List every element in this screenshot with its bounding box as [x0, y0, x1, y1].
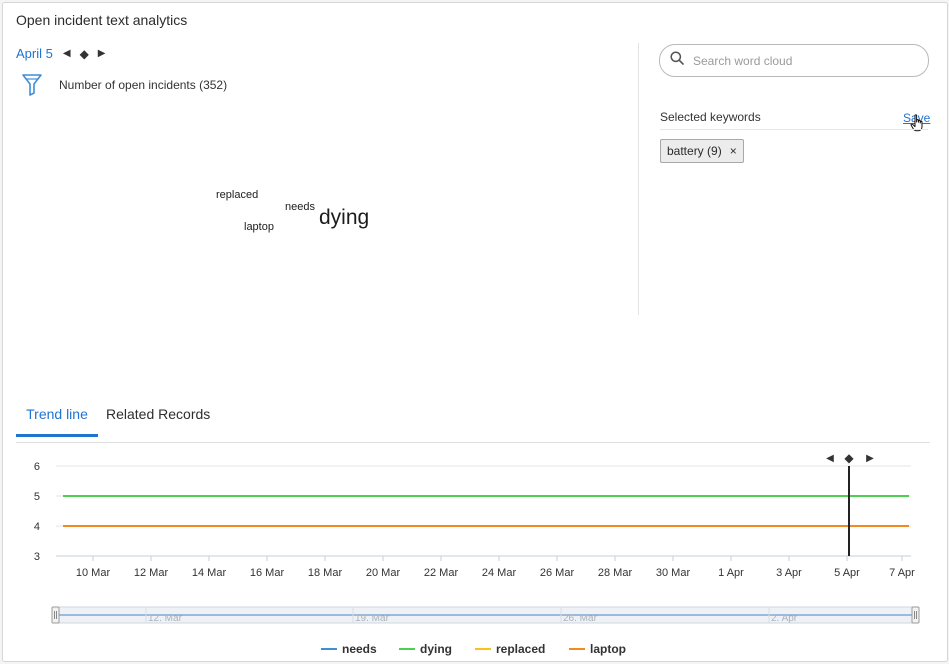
selected-keywords-label: Selected keywords [660, 110, 761, 124]
keyword-chip-label: battery (9) [667, 144, 722, 158]
cloud-word-dying[interactable]: dying [319, 206, 369, 230]
current-date-icon[interactable]: ◆ [80, 47, 89, 61]
search-box [659, 44, 929, 77]
date-label[interactable]: April 5 [16, 46, 53, 61]
filter-row: Number of open incidents (352) [22, 74, 227, 96]
tab-bar: Trend line Related Records [16, 400, 930, 443]
tab-trend-line[interactable]: Trend line [16, 406, 98, 437]
panel-title: Open incident text analytics [16, 12, 188, 28]
cloud-word-needs[interactable]: needs [285, 201, 315, 213]
incident-count-label: Number of open incidents (352) [59, 78, 228, 92]
text-analytics-panel: Open incident text analytics [2, 2, 948, 662]
keyword-chip: battery (9) × [660, 139, 744, 163]
search-icon [660, 51, 684, 70]
keywords-divider [660, 129, 928, 130]
search-input[interactable] [691, 52, 915, 69]
filter-icon[interactable] [22, 74, 42, 96]
cloud-word-replaced[interactable]: replaced [216, 189, 258, 201]
previous-date-icon[interactable]: ◀ [63, 48, 71, 59]
next-date-icon[interactable]: ▶ [98, 48, 106, 59]
cloud-word-laptop[interactable]: laptop [244, 221, 274, 233]
vertical-divider [638, 43, 639, 315]
date-navigator: April 5 ◀ ◆ ▶ [16, 46, 115, 61]
tab-related-records[interactable]: Related Records [106, 406, 210, 434]
remove-keyword-icon[interactable]: × [730, 144, 737, 158]
